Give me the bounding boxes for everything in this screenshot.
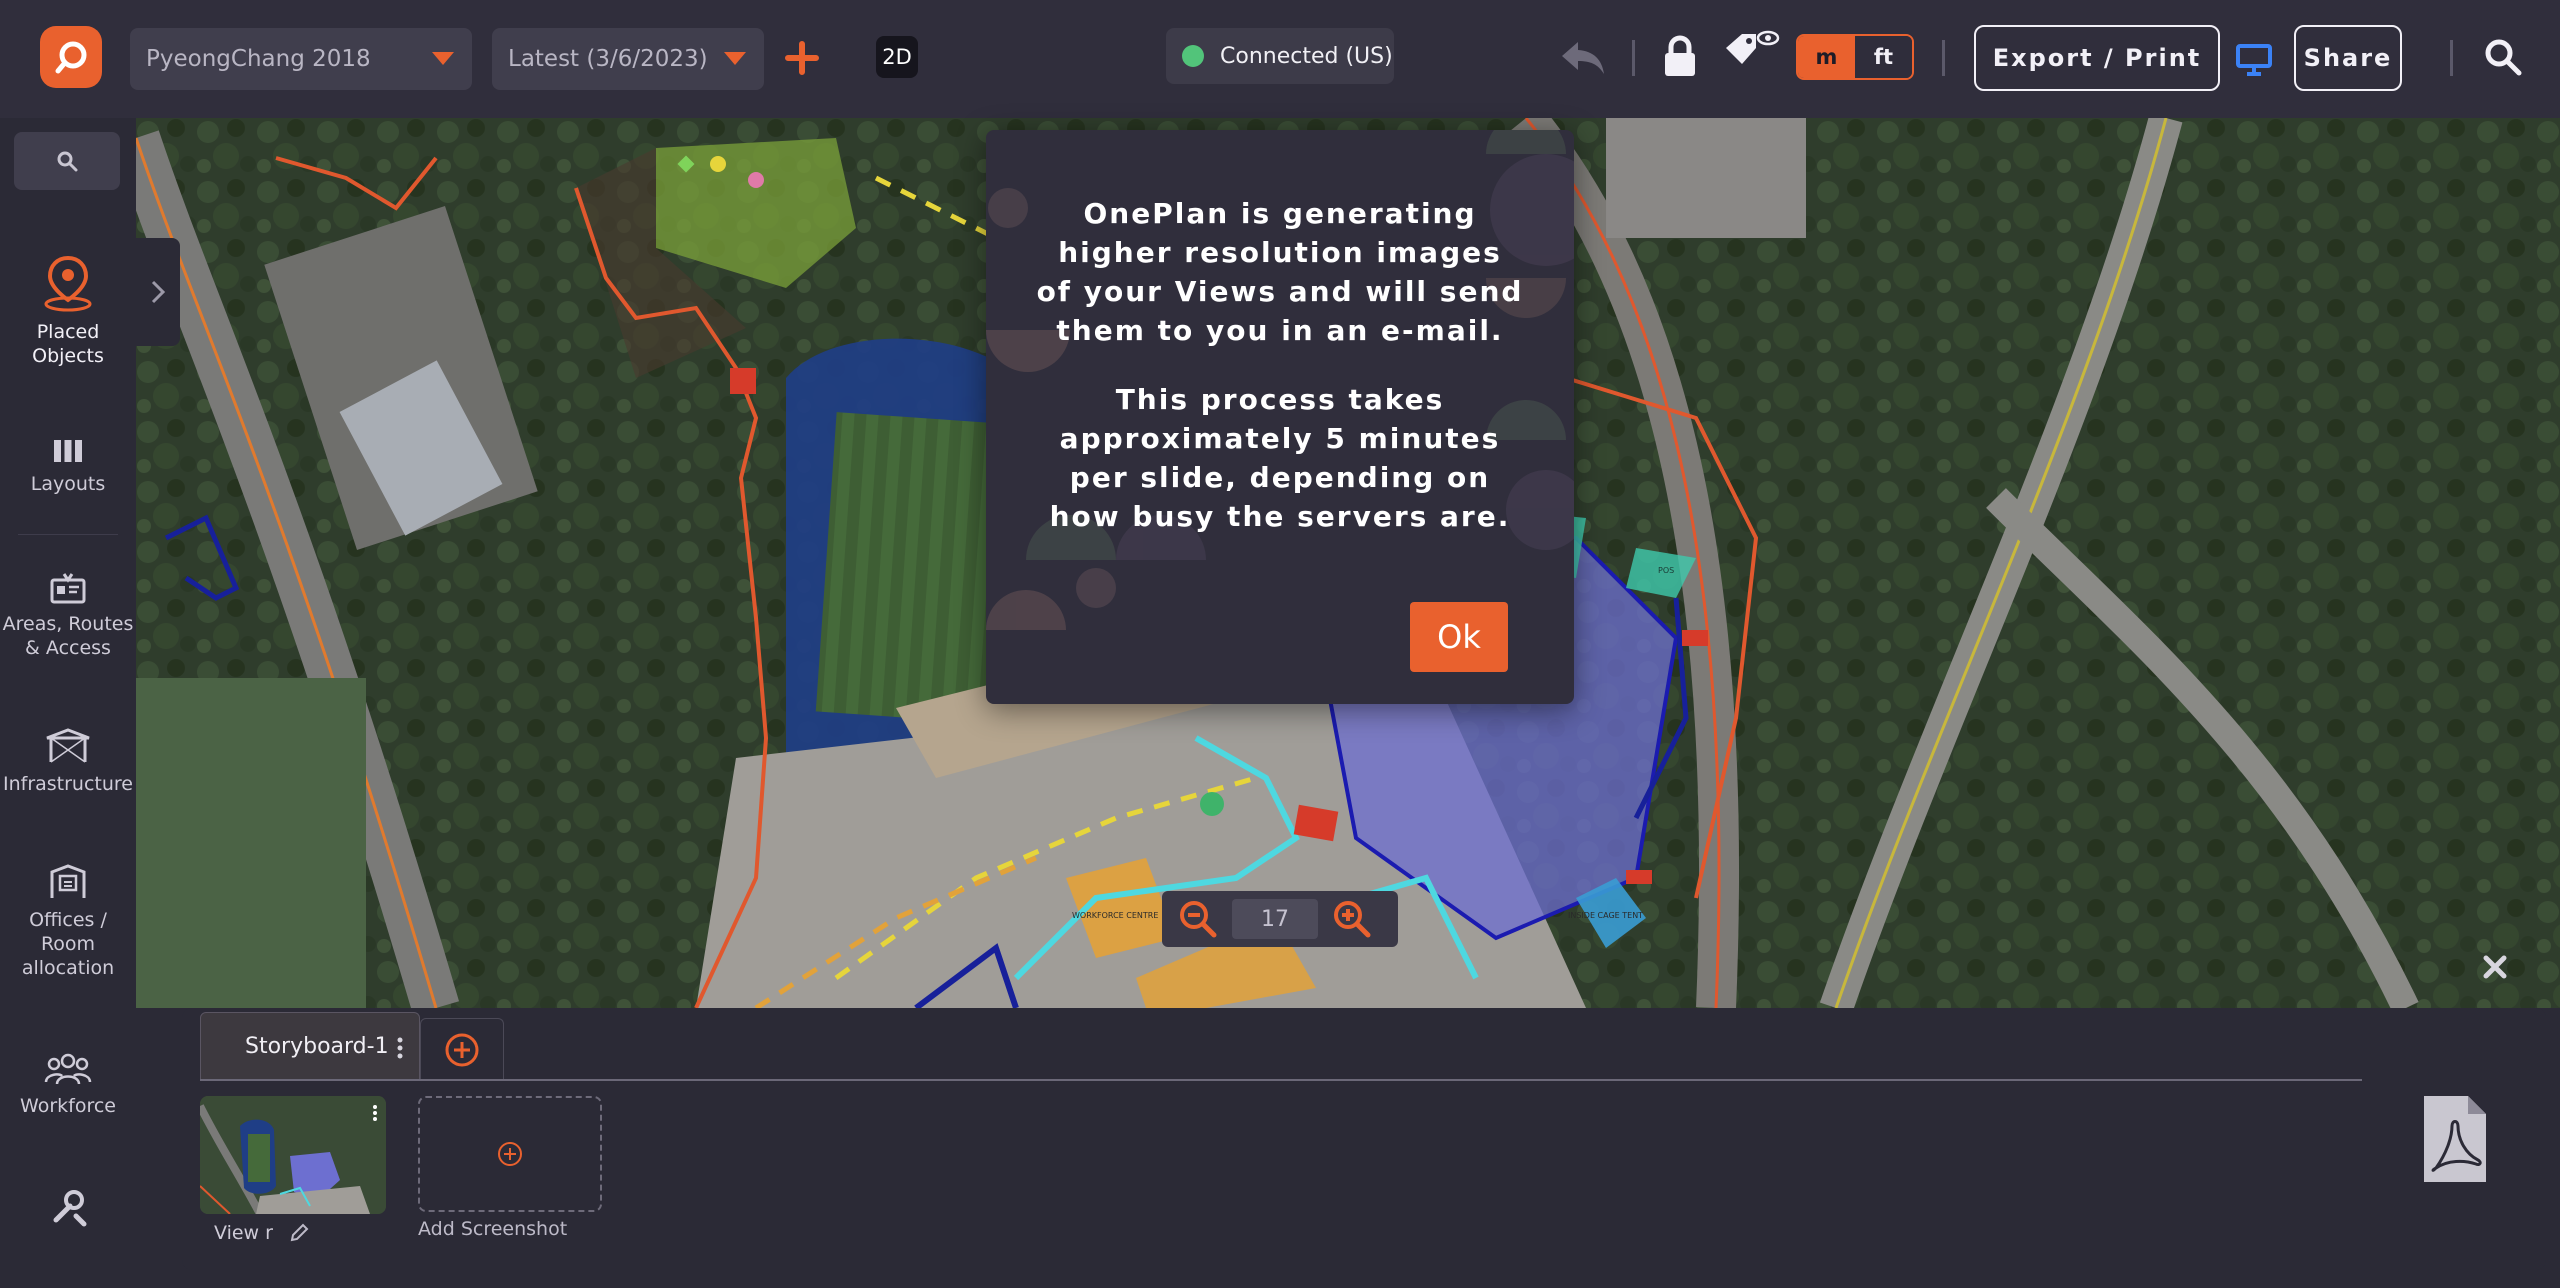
presentation-button[interactable]: [2236, 44, 2272, 80]
layouts-icon: [54, 440, 82, 462]
sidebar-item-label: Layouts: [30, 473, 106, 495]
add-storyboard-button[interactable]: [420, 1018, 504, 1080]
toolbar-divider: [1942, 40, 1945, 76]
sidebar-item-tools[interactable]: [0, 1188, 136, 1236]
unit-feet-button[interactable]: ft: [1855, 36, 1912, 78]
toolbar-divider: [2450, 40, 2453, 76]
storyboard-tab-label: Storyboard-1: [245, 1034, 389, 1059]
view-thumbnail-image: [200, 1096, 386, 1214]
pdf-file-icon: [2424, 1096, 2486, 1182]
sidebar-item-label: Offices /: [29, 909, 107, 931]
undo-button[interactable]: [1560, 38, 1606, 82]
map-label-workforce-centre: WORKFORCE CENTRE: [1072, 911, 1158, 920]
sidebar-item-label: Placed: [36, 321, 100, 343]
zoom-level: 17: [1232, 899, 1318, 939]
tab-storyboard-1[interactable]: Storyboard-1: [200, 1012, 420, 1080]
zoom-out-icon[interactable]: [1176, 897, 1220, 941]
dialog-message-1: OnePlan is generating higher resolution …: [1036, 197, 1524, 347]
plus-circle-icon: [498, 1142, 522, 1166]
view-name: View r: [214, 1222, 273, 1244]
sidebar-item-label: Areas, Routes: [2, 613, 134, 635]
storyboard-panel: Storyboard-1 View r Add Screenshot: [182, 1008, 2546, 1270]
top-bar: PyeongChang 2018 Latest (3/6/2023) 2D Co…: [0, 0, 2560, 118]
view-mode-toggle[interactable]: 2D: [876, 36, 918, 78]
sidebar-item-layouts[interactable]: Layouts: [0, 438, 136, 496]
project-select[interactable]: PyeongChang 2018: [130, 28, 472, 90]
map-pin-icon: [44, 255, 92, 312]
map-label-inside-cage-tent: INSIDE CAGE TENT: [1568, 911, 1643, 920]
sidebar-item-offices-room-allocation[interactable]: Offices / Room allocation: [0, 864, 136, 980]
pencil-icon[interactable]: [289, 1223, 309, 1243]
view-thumbnail[interactable]: [200, 1096, 386, 1214]
chevron-down-icon: [432, 52, 454, 65]
chevron-down-icon: [724, 52, 746, 65]
export-print-button[interactable]: Export / Print: [1974, 25, 2220, 91]
storyboard-close-button[interactable]: [2480, 952, 2510, 986]
ok-button[interactable]: Ok: [1410, 602, 1508, 672]
lock-icon: [1665, 35, 1695, 76]
unit-toggle: m ft: [1796, 34, 1914, 80]
version-select[interactable]: Latest (3/6/2023): [492, 28, 764, 90]
monitor-icon: [2236, 44, 2272, 76]
connection-status: Connected (US): [1166, 28, 1394, 84]
add-screenshot-label: Add Screenshot: [418, 1218, 568, 1240]
tag-eye-icon: [1726, 30, 1780, 64]
toolbar-divider: [1632, 40, 1635, 76]
access-card-icon: [50, 573, 86, 604]
sidebar-item-label: Workforce: [20, 1095, 116, 1117]
zoom-control: 17: [1162, 891, 1398, 947]
sidebar-item-label: & Access: [25, 637, 111, 659]
add-screenshot-button[interactable]: [418, 1096, 602, 1212]
oneplan-logo-icon[interactable]: [40, 26, 102, 88]
search-icon: [57, 151, 78, 172]
unit-meters-button[interactable]: m: [1798, 36, 1855, 78]
export-pdf-button[interactable]: [2422, 1094, 2488, 1184]
search-icon: [2485, 39, 2522, 76]
sidebar-item-label: Infrastructure: [2, 773, 133, 795]
kebab-menu-icon[interactable]: [397, 1037, 403, 1059]
share-button[interactable]: Share: [2294, 25, 2402, 91]
sidebar-item-placed-objects[interactable]: Placed Objects: [0, 254, 136, 368]
sidebar-item-label: Objects: [32, 345, 104, 367]
sidebar-search-button[interactable]: [14, 132, 120, 190]
undo-icon: [1562, 42, 1604, 74]
sidebar: Placed Objects Layouts Areas, Routes & A…: [0, 118, 136, 1288]
plus-circle-icon: [445, 1033, 479, 1066]
add-button[interactable]: [782, 38, 822, 78]
tools-icon: [53, 1190, 87, 1227]
export-info-dialog: OnePlan is generating higher resolution …: [986, 130, 1574, 704]
kebab-menu-icon[interactable]: [372, 1104, 378, 1122]
sidebar-item-label: allocation: [21, 957, 115, 979]
sidebar-item-workforce[interactable]: Workforce: [0, 1052, 136, 1118]
view-label: View r: [214, 1222, 309, 1244]
project-select-value: PyeongChang 2018: [146, 46, 371, 72]
close-icon: [2483, 955, 2507, 979]
tag-visibility-button[interactable]: [1722, 28, 1780, 82]
sidebar-item-areas-routes-access[interactable]: Areas, Routes & Access: [0, 572, 136, 660]
storyboard-divider: [200, 1079, 2362, 1081]
chevron-right-icon: [151, 280, 166, 304]
map-label-pos: POS: [1658, 566, 1674, 575]
version-select-value: Latest (3/6/2023): [508, 46, 708, 72]
connection-status-text: Connected (US): [1220, 43, 1393, 69]
dialog-message-2: This process takes approximately 5 minut…: [1049, 383, 1511, 533]
search-button[interactable]: [2484, 38, 2522, 80]
people-group-icon: [44, 1053, 92, 1085]
tent-icon: [46, 728, 90, 763]
sidebar-divider: [18, 534, 118, 535]
sidebar-expand-button[interactable]: [136, 238, 180, 346]
status-dot-icon: [1182, 45, 1204, 67]
sidebar-item-label: Room: [40, 933, 96, 955]
office-building-icon: [50, 864, 86, 898]
plus-icon: [785, 41, 819, 75]
sidebar-item-infrastructure[interactable]: Infrastructure: [0, 726, 136, 796]
lock-button[interactable]: [1662, 34, 1698, 82]
zoom-in-icon[interactable]: [1330, 897, 1374, 941]
